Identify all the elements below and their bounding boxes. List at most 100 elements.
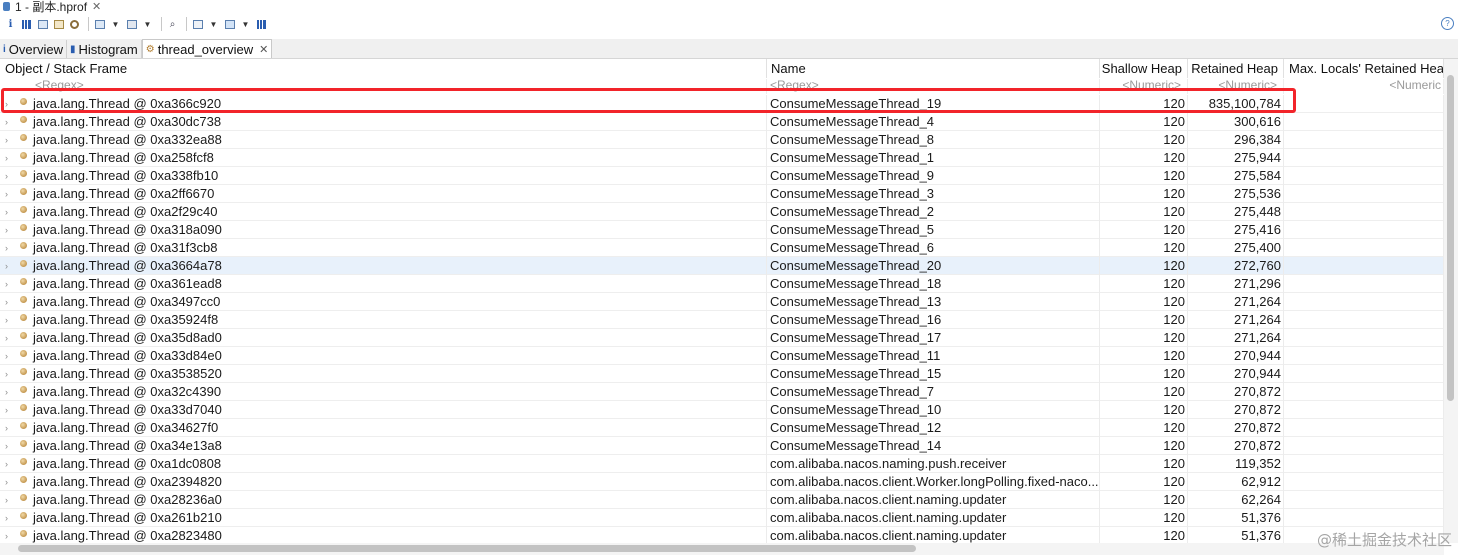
table-row[interactable]: › java.lang.Thread @ 0xa3497cc0 ConsumeMes… [0, 293, 1444, 311]
display-options-dropdown[interactable]: ▼ [207, 16, 220, 32]
table-row[interactable]: › java.lang.Thread @ 0xa35d8ad0 ConsumeMes… [0, 329, 1444, 347]
cell-object: java.lang.Thread @ 0xa32c4390 [0, 383, 767, 401]
close-icon[interactable]: ✕ [259, 43, 268, 56]
cell-name: ConsumeMessageThread_6 [767, 239, 1100, 257]
cell-shallow-heap: 120 [1100, 491, 1188, 509]
cell-retained-heap: 62,264 [1188, 491, 1284, 509]
cell-shallow-heap: 120 [1100, 185, 1188, 203]
cell-retained-heap: 300,616 [1188, 113, 1284, 131]
filter-row: <Regex> <Regex> <Numeric> <Numeric> <Num… [0, 79, 1444, 94]
table-row[interactable]: › java.lang.Thread @ 0xa261b210 com.alibab… [0, 509, 1444, 527]
cell-object: java.lang.Thread @ 0xa33d7040 [0, 401, 767, 419]
cell-retained-heap: 296,384 [1188, 131, 1284, 149]
cell-object: java.lang.Thread @ 0xa31f3cb8 [0, 239, 767, 257]
filter-input-max-locals[interactable]: <Numeric [1284, 79, 1444, 94]
cell-shallow-heap: 120 [1100, 131, 1188, 149]
table-row[interactable]: › java.lang.Thread @ 0xa1dc0808 com.alibab… [0, 455, 1444, 473]
cell-max-locals [1284, 167, 1444, 185]
tab-histogram[interactable]: ▮ Histogram [66, 40, 142, 58]
cell-shallow-heap: 120 [1100, 113, 1188, 131]
cell-max-locals [1284, 419, 1444, 437]
cell-name: ConsumeMessageThread_15 [767, 365, 1100, 383]
editor-tab[interactable]: 1 - 副本.hprof ✕ [0, 0, 101, 14]
table-row[interactable]: › java.lang.Thread @ 0xa32c4390 ConsumeMes… [0, 383, 1444, 401]
table-row[interactable]: › java.lang.Thread @ 0xa3538520 ConsumeMes… [0, 365, 1444, 383]
pin-icon[interactable] [255, 16, 268, 32]
search-queries-icon[interactable] [125, 16, 138, 32]
table-row[interactable]: › java.lang.Thread @ 0xa332ea88 ConsumeMes… [0, 131, 1444, 149]
export-icon[interactable] [223, 16, 236, 32]
cell-object: java.lang.Thread @ 0xa34e13a8 [0, 437, 767, 455]
table-row[interactable]: › java.lang.Thread @ 0xa2823480 com.alibab… [0, 527, 1444, 543]
heap-dump-icon[interactable] [68, 16, 81, 32]
column-header-shallow-heap[interactable]: Shallow Heap [1100, 59, 1188, 78]
cell-object: java.lang.Thread @ 0xa3497cc0 [0, 293, 767, 311]
query-browser-dropdown[interactable]: ▼ [109, 16, 122, 32]
column-header-retained-heap[interactable]: Retained Heap [1188, 59, 1284, 78]
cell-max-locals [1284, 293, 1444, 311]
cell-name: ConsumeMessageThread_18 [767, 275, 1100, 293]
table-row[interactable]: › java.lang.Thread @ 0xa2394820 com.alibab… [0, 473, 1444, 491]
table-row[interactable]: › java.lang.Thread @ 0xa33d7040 ConsumeMes… [0, 401, 1444, 419]
table-row[interactable]: › java.lang.Thread @ 0xa31f3cb8 ConsumeMes… [0, 239, 1444, 257]
info-icon[interactable]: i [4, 16, 17, 32]
help-icon[interactable]: ? [1441, 17, 1454, 30]
thread-table: Object / Stack Frame Name Shallow Heap R… [0, 59, 1444, 543]
column-header-max-locals-retained-heap[interactable]: Max. Locals' Retained Heap [1284, 59, 1444, 78]
filter-input-retained-heap[interactable]: <Numeric> [1188, 79, 1284, 94]
search-icon[interactable]: ⌕ [166, 16, 179, 32]
table-row[interactable]: › java.lang.Thread @ 0xa2ff6670 ConsumeMes… [0, 185, 1444, 203]
toolbar-separator [88, 17, 89, 31]
open-query-browser-icon[interactable] [93, 16, 106, 32]
column-header-object[interactable]: Object / Stack Frame [0, 59, 767, 78]
close-icon[interactable]: ✕ [92, 0, 101, 13]
search-queries-dropdown[interactable]: ▼ [141, 16, 154, 32]
cell-shallow-heap: 120 [1100, 419, 1188, 437]
cell-max-locals [1284, 437, 1444, 455]
query-icon[interactable] [52, 16, 65, 32]
filter-input-name[interactable]: <Regex> [767, 79, 1100, 94]
cell-shallow-heap: 120 [1100, 509, 1188, 527]
cell-name: com.alibaba.nacos.client.naming.updater [767, 527, 1100, 543]
cell-retained-heap: 270,944 [1188, 365, 1284, 383]
export-dropdown[interactable]: ▼ [239, 16, 252, 32]
table-row[interactable]: › java.lang.Thread @ 0xa3664a78 ConsumeMes… [0, 257, 1444, 275]
cell-shallow-heap: 120 [1100, 257, 1188, 275]
cell-shallow-heap: 120 [1100, 293, 1188, 311]
cell-retained-heap: 271,264 [1188, 329, 1284, 347]
table-row[interactable]: › java.lang.Thread @ 0xa34e13a8 ConsumeMes… [0, 437, 1444, 455]
filter-input-shallow-heap[interactable]: <Numeric> [1100, 79, 1188, 94]
cell-object: java.lang.Thread @ 0xa332ea88 [0, 131, 767, 149]
table-row[interactable]: › java.lang.Thread @ 0xa338fb10 ConsumeMes… [0, 167, 1444, 185]
filter-input-object[interactable]: <Regex> [0, 79, 767, 94]
table-row[interactable]: › java.lang.Thread @ 0xa34627f0 ConsumeMes… [0, 419, 1444, 437]
cell-retained-heap: 270,944 [1188, 347, 1284, 365]
dominator-tree-icon[interactable] [36, 16, 49, 32]
cell-retained-heap: 271,264 [1188, 293, 1284, 311]
cell-max-locals [1284, 95, 1444, 113]
table-row[interactable]: › java.lang.Thread @ 0xa30dc738 ConsumeMes… [0, 113, 1444, 131]
table-row[interactable]: › java.lang.Thread @ 0xa33d84e0 ConsumeMes… [0, 347, 1444, 365]
vertical-scroll-thumb[interactable] [1447, 75, 1454, 401]
tab-overview[interactable]: i Overview [0, 40, 67, 58]
cell-object: java.lang.Thread @ 0xa33d84e0 [0, 347, 767, 365]
horizontal-scroll-thumb[interactable] [18, 545, 916, 552]
table-row[interactable]: › java.lang.Thread @ 0xa258fcf8 ConsumeMes… [0, 149, 1444, 167]
table-row[interactable]: › java.lang.Thread @ 0xa28236a0 com.alibab… [0, 491, 1444, 509]
histogram-icon[interactable] [20, 16, 33, 32]
table-row[interactable]: › java.lang.Thread @ 0xa35924f8 ConsumeMes… [0, 311, 1444, 329]
display-options-icon[interactable] [191, 16, 204, 32]
table-row[interactable]: › java.lang.Thread @ 0xa318a090 ConsumeMes… [0, 221, 1444, 239]
tab-thread-overview[interactable]: ⚙ thread_overview ✕ [141, 39, 273, 58]
vertical-scrollbar[interactable] [1444, 59, 1458, 543]
column-header-name[interactable]: Name [767, 59, 1100, 78]
table-row[interactable]: › java.lang.Thread @ 0xa361ead8 ConsumeMes… [0, 275, 1444, 293]
cell-retained-heap: 270,872 [1188, 419, 1284, 437]
cell-shallow-heap: 120 [1100, 383, 1188, 401]
table-row[interactable]: › java.lang.Thread @ 0xa366c920 ConsumeMes… [0, 95, 1444, 113]
horizontal-scrollbar[interactable] [0, 543, 1444, 555]
cell-retained-heap: 275,448 [1188, 203, 1284, 221]
cell-name: com.alibaba.nacos.naming.push.receiver [767, 455, 1100, 473]
cell-retained-heap: 119,352 [1188, 455, 1284, 473]
table-row[interactable]: › java.lang.Thread @ 0xa2f29c40 ConsumeMes… [0, 203, 1444, 221]
